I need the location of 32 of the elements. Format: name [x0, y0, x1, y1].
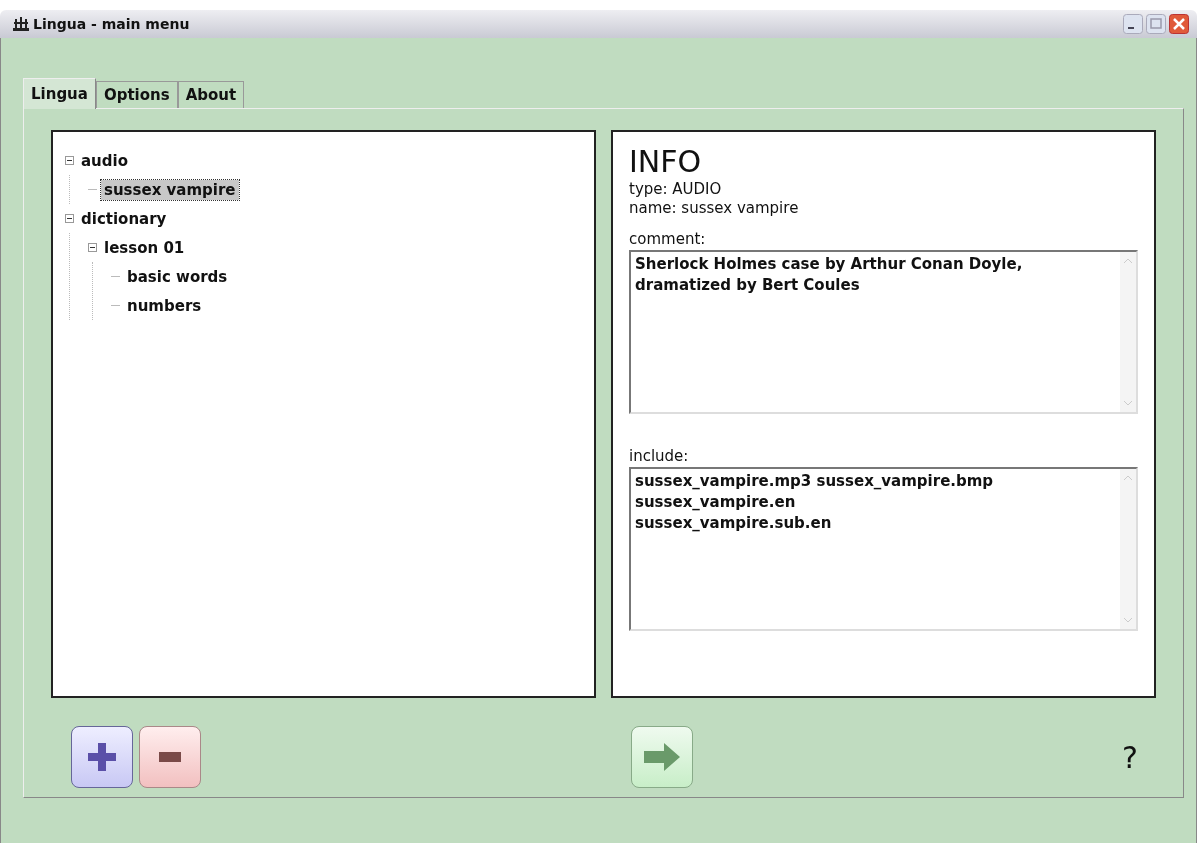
- collapse-icon[interactable]: [65, 214, 74, 223]
- app-icon: [12, 16, 30, 32]
- arrow-right-icon: [641, 742, 682, 772]
- tree-item[interactable]: lesson 01: [101, 237, 188, 258]
- remove-button[interactable]: [139, 726, 201, 788]
- minus-icon: [159, 752, 181, 762]
- type-text: type: AUDIO: [629, 180, 723, 199]
- plus-icon: [85, 740, 119, 774]
- tree-item[interactable]: basic words: [124, 266, 231, 287]
- tab[interactable]: Options: [95, 81, 178, 108]
- include-field[interactable]: sussex_vampire.mp3 sussex_vampire.bmp sussex_vampire.en sussex_vampire.sub.en: [629, 467, 1138, 631]
- tab[interactable]: About: [177, 81, 245, 108]
- name-text: name: sussex vampire: [629, 199, 800, 218]
- comment-field[interactable]: Sherlock Holmes case by Arthur Conan Doyle, dramatized by Bert Coules: [629, 250, 1138, 414]
- close-icon[interactable]: [1169, 14, 1189, 34]
- comment-label: comment:: [629, 230, 707, 248]
- tab[interactable]: Lingua: [23, 78, 96, 109]
- go-button[interactable]: [630, 726, 693, 788]
- tree-item[interactable]: sussex vampire: [101, 179, 239, 200]
- scrollbar[interactable]: [1120, 469, 1136, 629]
- tree-item[interactable]: numbers: [124, 295, 205, 316]
- collapse-icon[interactable]: [65, 156, 74, 165]
- tree-item[interactable]: dictionary: [78, 208, 170, 229]
- window-title: Lingua - main menu: [33, 16, 191, 32]
- add-button[interactable]: [71, 726, 133, 788]
- scrollbar[interactable]: [1120, 252, 1136, 412]
- include-label: include:: [629, 447, 690, 465]
- collapse-icon[interactable]: [88, 243, 97, 252]
- minimize-icon[interactable]: [1123, 14, 1143, 34]
- info-heading: INFO: [629, 144, 703, 180]
- help-button[interactable]: ?: [1122, 739, 1138, 775]
- tree-item[interactable]: audio: [78, 150, 131, 171]
